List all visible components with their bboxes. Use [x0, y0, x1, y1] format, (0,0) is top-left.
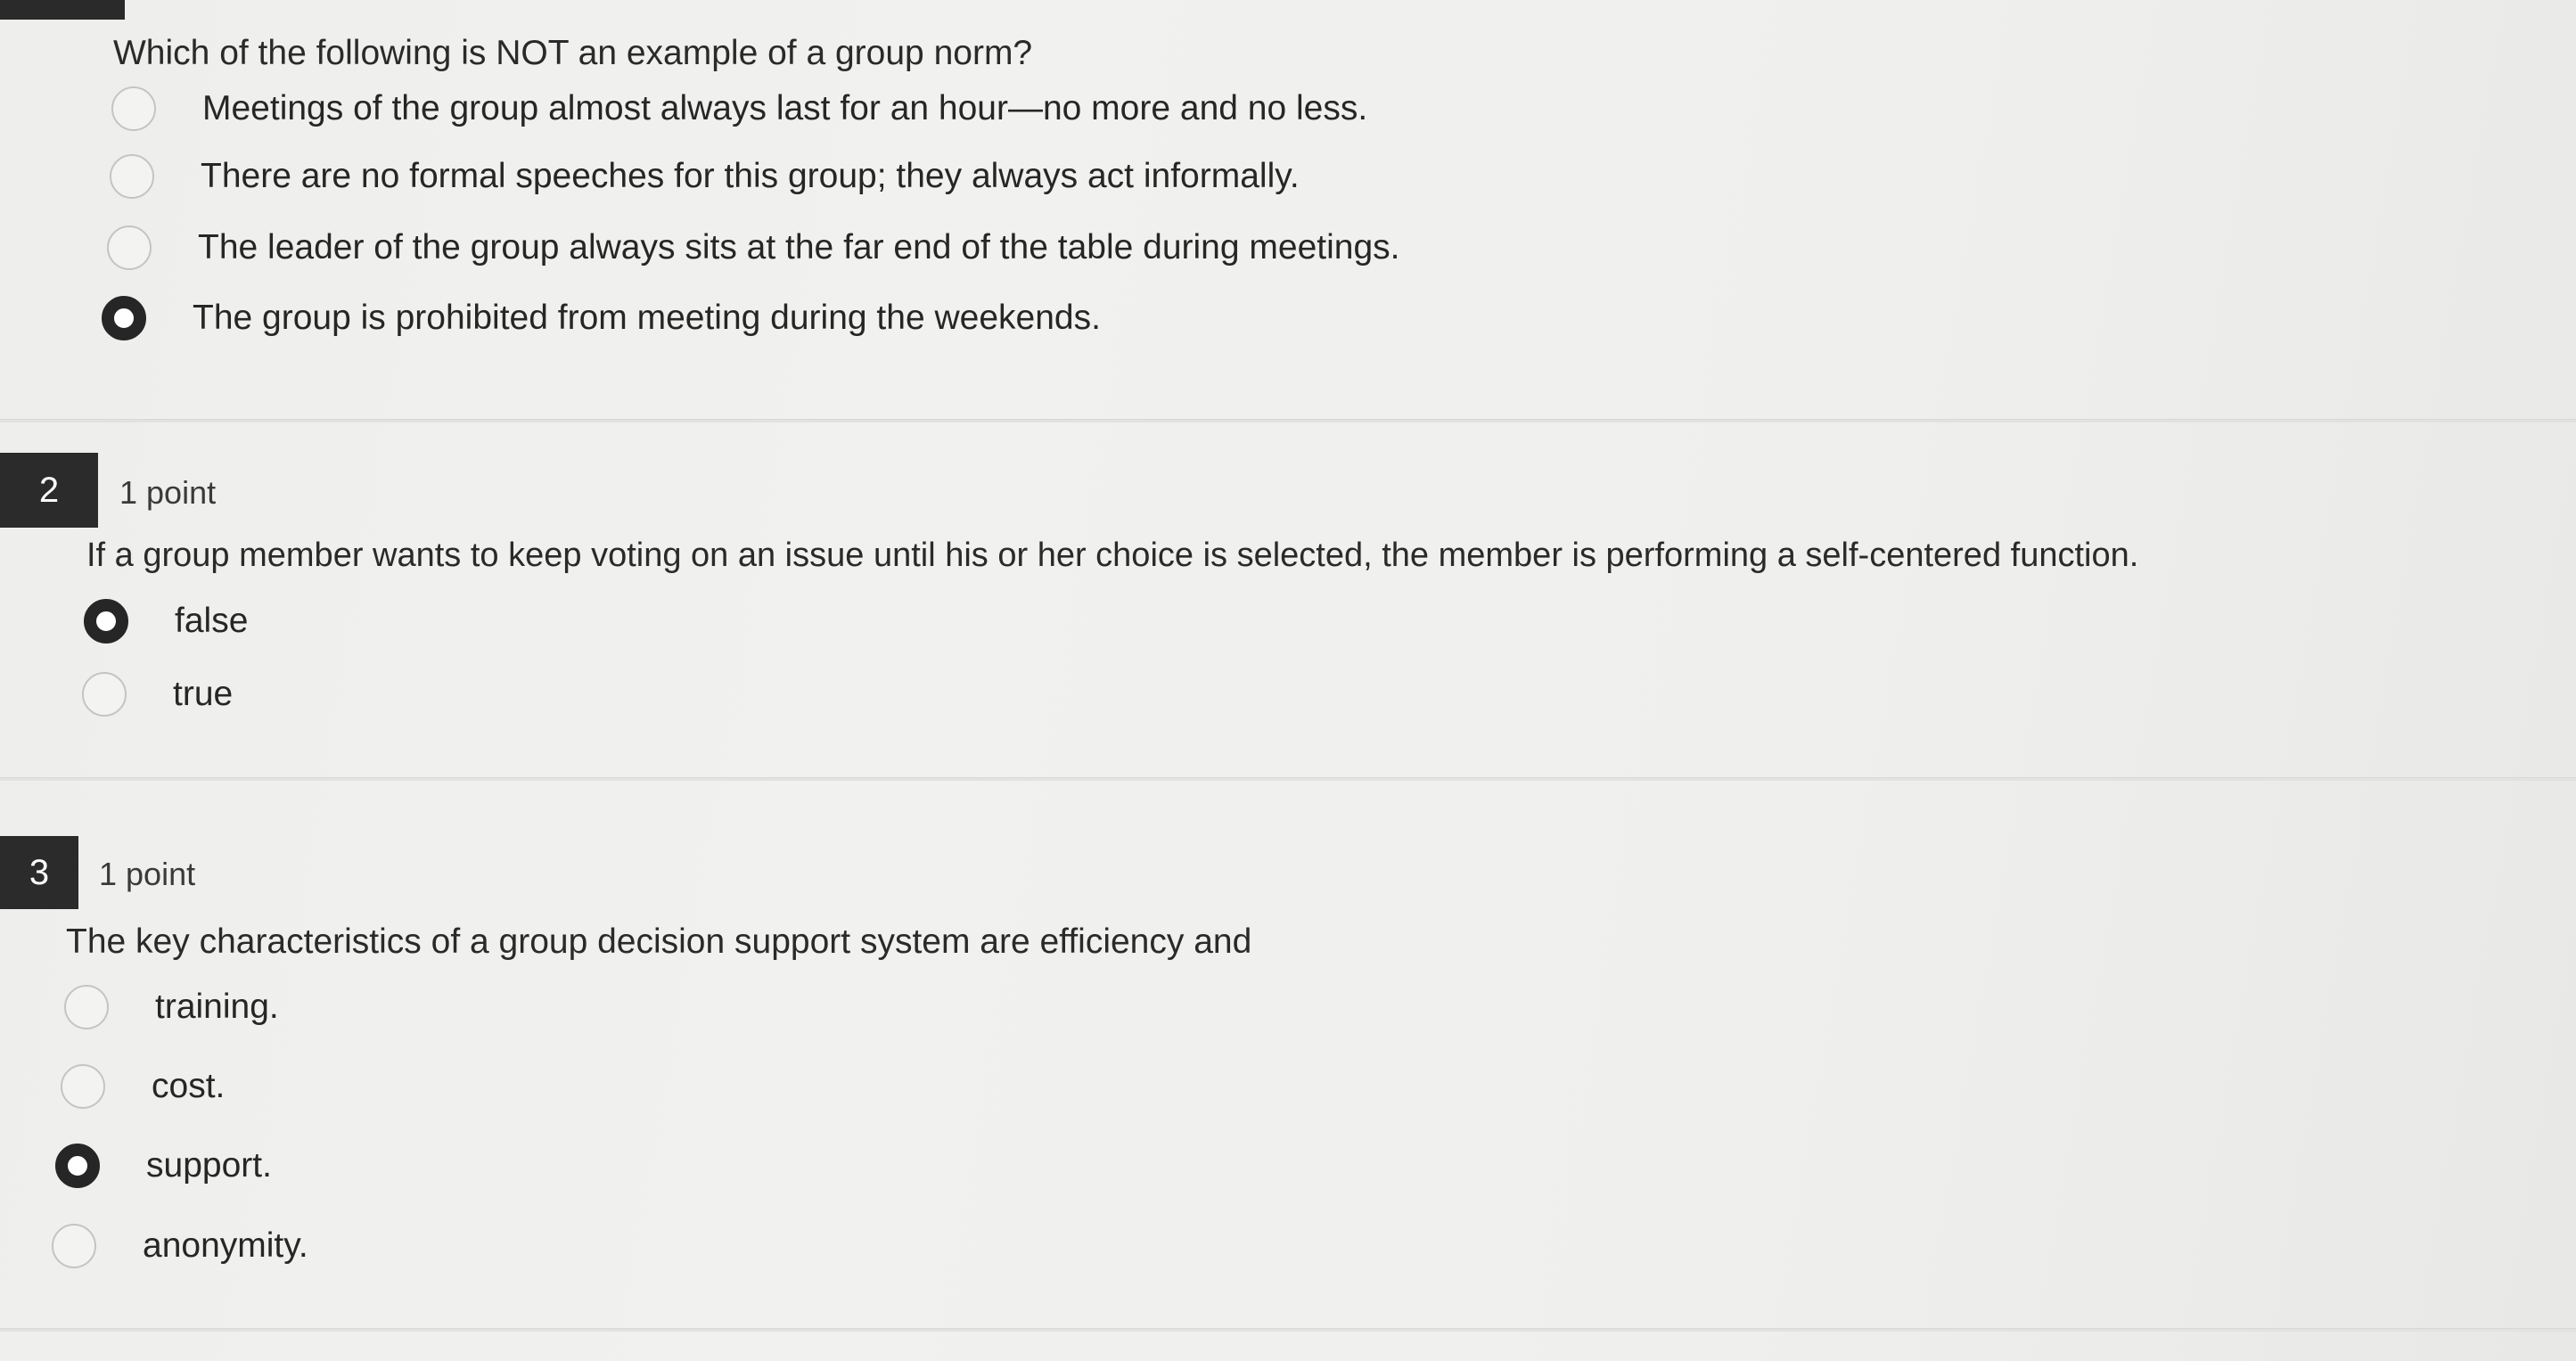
q3-option-4[interactable]: anonymity.: [52, 1219, 308, 1273]
question-points: 1 point: [119, 474, 217, 511]
question-divider: [0, 777, 2576, 781]
question-divider: [0, 419, 2576, 422]
question-divider: [0, 1328, 2576, 1332]
radio-button[interactable]: [64, 985, 109, 1029]
q2-option-false[interactable]: false: [84, 594, 248, 648]
question-points: 1 point: [99, 856, 196, 892]
radio-button-selected[interactable]: [55, 1144, 100, 1188]
q3-option-3[interactable]: support.: [55, 1139, 272, 1193]
option-label: false: [175, 602, 249, 640]
q3-option-1[interactable]: training.: [64, 980, 279, 1034]
option-label: support.: [146, 1146, 272, 1185]
radio-button[interactable]: [111, 86, 156, 131]
option-label: cost.: [152, 1067, 226, 1105]
q1-option-4[interactable]: The group is prohibited from meeting dur…: [102, 291, 1101, 345]
q1-option-1[interactable]: Meetings of the group almost always last…: [111, 82, 1367, 135]
q3-option-2[interactable]: cost.: [61, 1060, 225, 1113]
option-label: training.: [155, 988, 279, 1026]
option-label: anonymity.: [143, 1226, 308, 1265]
radio-button[interactable]: [61, 1064, 105, 1109]
option-label: The group is prohibited from meeting dur…: [193, 299, 1101, 337]
option-label: There are no formal speeches for this gr…: [201, 157, 1300, 195]
radio-button[interactable]: [82, 672, 127, 717]
q1-option-2[interactable]: There are no formal speeches for this gr…: [110, 150, 1300, 203]
question-2-text: If a group member wants to keep voting o…: [86, 537, 2139, 574]
previous-question-number-tab: [0, 0, 125, 20]
radio-button[interactable]: [107, 225, 152, 270]
q2-option-true[interactable]: true: [82, 668, 233, 721]
option-label: Meetings of the group almost always last…: [202, 89, 1368, 127]
option-label: The leader of the group always sits at t…: [198, 228, 1400, 266]
option-label: true: [173, 675, 234, 713]
radio-button-selected[interactable]: [102, 296, 146, 340]
question-number-badge: 2: [0, 453, 98, 528]
radio-button[interactable]: [52, 1224, 96, 1268]
radio-button[interactable]: [110, 154, 154, 199]
q1-option-3[interactable]: The leader of the group always sits at t…: [107, 221, 1399, 275]
question-1-text: Which of the following is NOT an example…: [113, 34, 1033, 72]
radio-button-selected[interactable]: [84, 599, 128, 644]
question-3-text: The key characteristics of a group decis…: [66, 922, 1252, 961]
question-number-badge: 3: [0, 836, 78, 909]
